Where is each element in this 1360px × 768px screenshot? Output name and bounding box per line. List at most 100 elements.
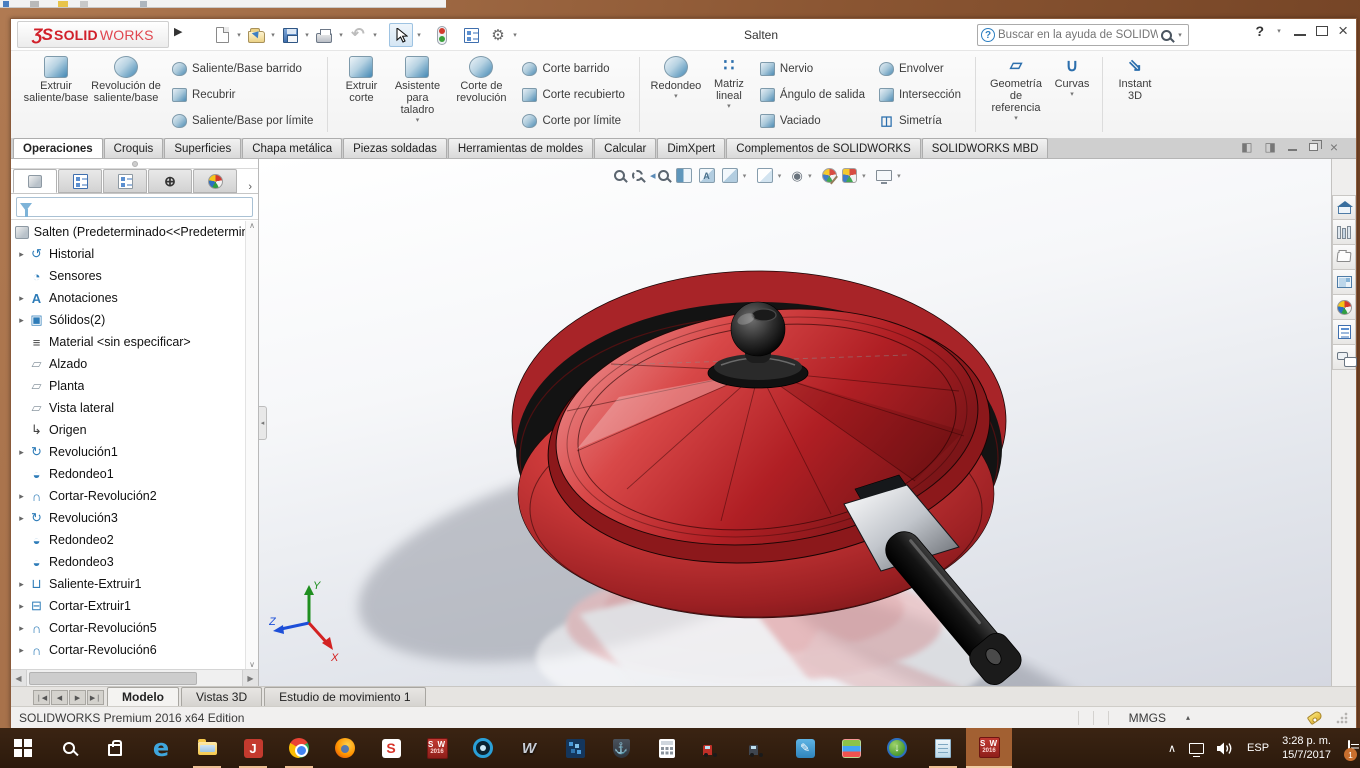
taskbar-calculator-icon[interactable] [644,728,690,768]
mirror-button[interactable]: ◫ Simetría [876,109,964,132]
units-selector[interactable]: MMGS [1129,711,1166,725]
tab-superficies[interactable]: Superficies [164,138,242,158]
tree-item-redondeo3[interactable]: ◒ Redondeo3 [11,551,245,573]
fillet-button[interactable]: Redondeo ▾ [647,54,705,135]
expand-arrow-icon[interactable]: ▸ [15,249,28,260]
expand-arrow-icon[interactable]: ▸ [15,623,28,634]
tab-operaciones[interactable]: Operaciones [13,138,103,158]
menu-flyout-arrow[interactable]: ▶ [174,25,182,38]
appearances-scenes-button[interactable] [1332,295,1356,320]
tree-item-vista-lateral[interactable]: ▱ Vista lateral [11,397,245,419]
taskbar-sketchup-icon[interactable]: S [368,728,414,768]
doc-close-button[interactable]: × [1330,140,1338,154]
taskbar-war-thunder-icon[interactable]: W [506,728,552,768]
save-dropdown[interactable]: ▾ [302,31,312,39]
rib-button[interactable]: Nervio [757,57,868,80]
tree-item-cortar-revolucion5[interactable]: ▸ ∩ Cortar-Revolución5 [11,617,245,639]
tree-item-origen[interactable]: ↳ Origen [11,419,245,441]
minimize-button[interactable] [1294,34,1307,36]
shell-button[interactable]: Vaciado [757,109,868,132]
nav-prev-button[interactable]: ◀ [51,690,68,705]
taskbar-mosaic-app-icon[interactable] [552,728,598,768]
close-button[interactable]: × [1338,22,1348,39]
expand-arrow-icon[interactable]: ▸ [15,645,28,656]
revolve-boss-button[interactable]: Revolución de saliente/base [87,54,165,135]
swept-cut-button[interactable]: Corte barrido [519,57,627,80]
search-icon[interactable] [1161,29,1172,41]
lofted-cut-button[interactable]: Corte recubierto [519,83,627,106]
tab-calcular[interactable]: Calcular [594,138,657,158]
tree-root[interactable]: Salten (Predeterminado<<Predetermin [11,221,245,243]
tab-estudio-de-movimiento[interactable]: Estudio de movimiento 1 [264,687,426,706]
taskbar-store-icon[interactable] [92,728,138,768]
tab-complementos[interactable]: Complementos de SOLIDWORKS [726,138,921,158]
graphics-viewport[interactable]: ◂ A ▾ ▾ ◉ ▾ ▾ ▾ ◂ Y Z X [259,159,1331,686]
tree-item-planta[interactable]: ▱ Planta [11,375,245,397]
tab-configurationmanager[interactable] [103,169,147,193]
extrude-cut-button[interactable]: Extruir corte [335,54,387,135]
open-dropdown[interactable]: ▾ [268,31,278,39]
linear-pattern-dropdown[interactable]: ▾ [724,102,734,110]
tab-solidworks-mbd[interactable]: SOLIDWORKS MBD [921,138,1049,158]
print-button[interactable] [313,23,335,47]
action-center-button[interactable]: 1 [1344,740,1357,761]
tab-propertymanager[interactable] [58,169,102,193]
units-dropdown-icon[interactable]: ▴ [1186,713,1190,722]
frying-pan-model[interactable] [259,159,1331,686]
resize-grip[interactable] [1336,711,1348,724]
tree-item-solidos[interactable]: ▸ ▣ Sólidos(2) [11,309,245,331]
intersect-button[interactable]: Intersección [876,83,964,106]
expand-arrow-icon[interactable]: ▸ [15,447,28,458]
swept-boss-button[interactable]: Saliente/Base barrido [169,57,316,80]
nav-first-button[interactable]: ❘◀ [33,690,50,705]
settings-dropdown[interactable]: ▾ [510,31,520,39]
nav-next-button[interactable]: ▶ [69,690,86,705]
collapse-pane-right-icon[interactable]: ◨ [1264,140,1275,154]
tab-dimxpertmanager[interactable]: ⊕ [148,169,192,193]
collapse-pane-left-icon[interactable]: ◧ [1241,140,1252,154]
taskbar-chrome-icon[interactable] [276,728,322,768]
taskbar-search-button[interactable] [46,728,92,768]
volume-icon[interactable] [1217,742,1234,755]
hole-wizard-button[interactable]: Asistente para taladro ▾ [387,54,447,135]
save-button[interactable] [279,23,301,47]
solidworks-resources-button[interactable] [1332,195,1356,220]
print-dropdown[interactable]: ▾ [336,31,346,39]
network-icon[interactable] [1189,742,1205,757]
tab-modelo[interactable]: Modelo [107,687,179,706]
maximize-button[interactable] [1316,26,1329,36]
tab-croquis[interactable]: Croquis [103,138,164,158]
tree-item-historial[interactable]: ▸ ↺ Historial [11,243,245,265]
expand-arrow-icon[interactable]: ▸ [15,491,28,502]
tree-item-alzado[interactable]: ▱ Alzado [11,353,245,375]
tree-vertical-scrollbar[interactable]: ∧ ∨ [245,221,258,669]
tab-displaymanager[interactable] [193,169,237,193]
panel-splitter[interactable] [11,159,258,169]
tree-item-revolucion1[interactable]: ▸ ↻ Revolución1 [11,441,245,463]
taskbar-solidworks-2016-icon[interactable]: S W 2016 [414,728,460,768]
taskbar-american-truck-simulator-icon[interactable] [690,728,736,768]
options-list-button[interactable] [460,23,482,47]
tab-featuremanager-tree[interactable] [13,169,57,193]
tree-item-material[interactable]: ≡ Material <sin especificar> [11,331,245,353]
tab-piezas-soldadas[interactable]: Piezas soldadas [343,138,447,158]
tray-chevron-up-icon[interactable]: ∧ [1168,742,1176,755]
loft-button[interactable]: Recubrir [169,83,316,106]
tree-item-redondeo1[interactable]: ◒ Redondeo1 [11,463,245,485]
new-dropdown[interactable]: ▾ [234,31,244,39]
help-search-input[interactable] [998,29,1158,41]
new-document-button[interactable] [211,23,233,47]
view-palette-button[interactable] [1332,270,1356,295]
scroll-up-icon[interactable]: ∧ [249,221,255,230]
tab-vistas-3d[interactable]: Vistas 3D [181,687,263,706]
expand-arrow-icon[interactable]: ▸ [15,601,28,612]
expand-arrow-icon[interactable]: ▸ [15,315,28,326]
select-tool-button[interactable] [389,23,413,47]
selection-filter-button[interactable] [431,23,453,47]
taskbar-bluestacks-icon[interactable] [828,728,874,768]
taskbar-solidworks-active-icon[interactable]: S W 2016 [966,728,1012,768]
tree-item-cortar-revolucion2[interactable]: ▸ ∩ Cortar-Revolución2 [11,485,245,507]
curves-button[interactable]: ∪ Curvas ▾ [1049,54,1095,135]
taskbar-edge-icon[interactable]: e [138,728,184,768]
scroll-left-icon[interactable]: ◀ [11,670,27,686]
